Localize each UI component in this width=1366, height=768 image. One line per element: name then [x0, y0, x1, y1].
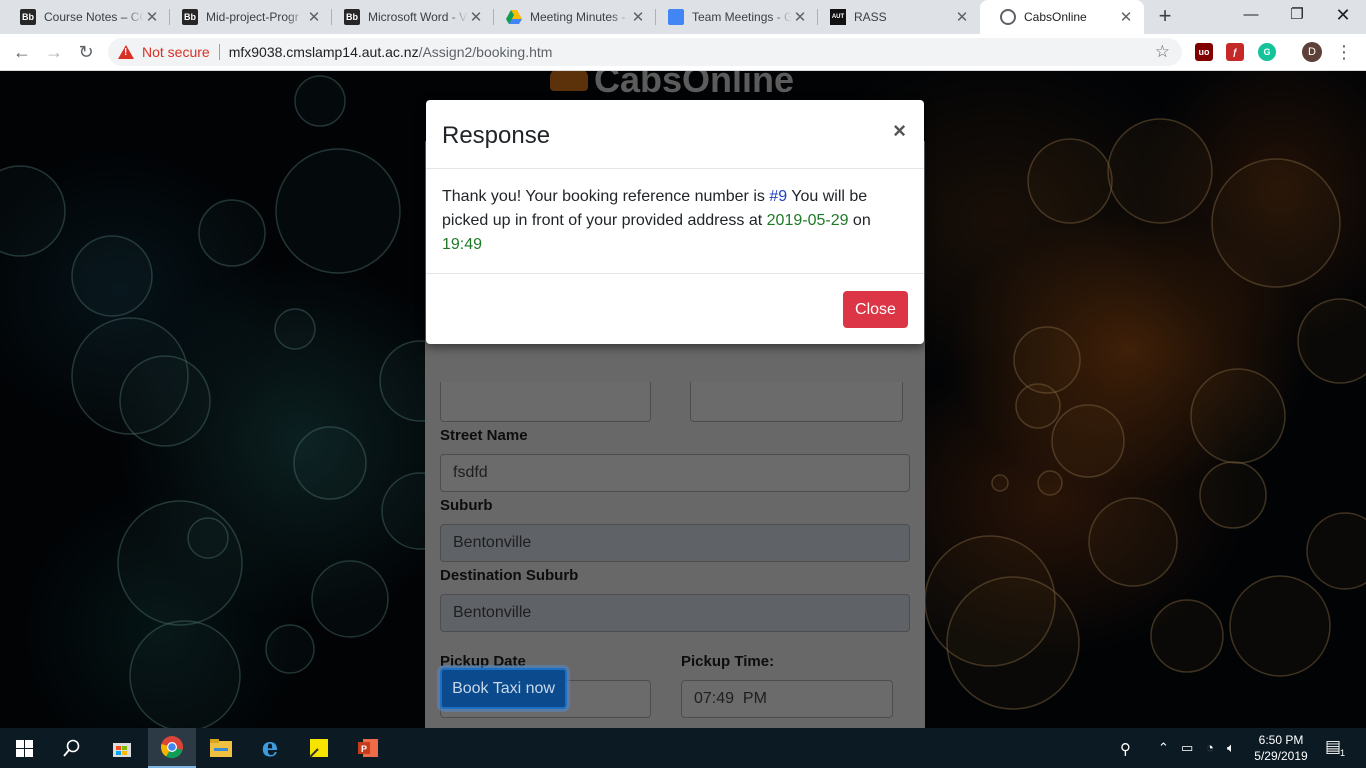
modal-title: Response [442, 122, 551, 149]
clock-time: 6:50 PM [1258, 733, 1304, 747]
tab-close-icon[interactable]: ✕ [630, 8, 646, 26]
tab-microsoft-word[interactable]: Bb Microsoft Word - V ✕ [324, 0, 494, 34]
tab-close-icon[interactable]: ✕ [792, 8, 808, 26]
url-path: /Assign2/booking.htm [418, 44, 553, 60]
tab-title: RASS [854, 10, 887, 24]
flash-extension-icon[interactable]: ƒ [1226, 43, 1244, 61]
chrome-icon[interactable] [148, 728, 196, 768]
warning-icon [118, 45, 134, 59]
system-clock[interactable]: 6:50 PM 5/29/2019 [1246, 732, 1316, 764]
forward-icon[interactable]: → [40, 39, 68, 67]
tab-mid-project[interactable]: Bb Mid-project-Progr ✕ [162, 0, 332, 34]
blackboard-icon: Bb [344, 9, 360, 25]
tab-close-icon[interactable]: ✕ [306, 8, 322, 26]
new-tab-button[interactable]: + [1153, 5, 1177, 29]
response-modal: Response × Thank you! Your booking refer… [426, 100, 924, 344]
grammarly-icon[interactable]: G [1258, 43, 1276, 61]
tab-title: CabsOnline [1024, 10, 1087, 24]
clock-date: 5/29/2019 [1254, 749, 1308, 763]
message-text: Thank you! Your booking reference number… [442, 188, 770, 205]
pickup-time-value: 19:49 [442, 236, 483, 253]
close-window-icon[interactable]: ✕ [1320, 0, 1366, 34]
people-icon[interactable]: ⚲ [1120, 740, 1131, 758]
aut-icon: AUT [830, 9, 846, 25]
booking-reference: #9 [769, 188, 788, 205]
tab-title: Microsoft Word - V [368, 10, 468, 24]
tab-title: Course Notes – CO [44, 10, 144, 24]
tab-strip: Bb Course Notes – CO ✕ Bb Mid-project-Pr… [0, 0, 1366, 34]
file-explorer-icon[interactable] [197, 728, 245, 768]
menu-dots-icon[interactable]: ⋮ [1335, 39, 1353, 65]
tab-close-icon[interactable]: ✕ [144, 8, 160, 26]
tab-close-icon[interactable]: ✕ [468, 8, 484, 26]
bookmark-star-icon[interactable]: ☆ [1155, 42, 1170, 62]
close-icon[interactable]: × [893, 118, 906, 144]
notification-icon[interactable]: ▤ [1325, 737, 1341, 757]
pickup-date-value: 2019-05-29 [766, 212, 849, 229]
wifi-icon[interactable]: ◔ [1206, 740, 1214, 755]
tab-title: Meeting Minutes - [530, 10, 626, 24]
url-host: mfx9038.cmslamp14.aut.ac.nz [228, 44, 419, 60]
tab-course-notes[interactable]: Bb Course Notes – CO ✕ [0, 0, 170, 34]
back-icon[interactable]: ← [8, 39, 36, 67]
browser-toolbar: ← → ↻ Not secure mfx9038.cmslamp14.aut.a… [0, 34, 1366, 71]
profile-avatar[interactable]: D [1302, 42, 1322, 62]
globe-icon [1000, 9, 1016, 25]
modal-header: Response × [426, 100, 924, 169]
modal-footer: Close [426, 273, 924, 344]
modal-body: Thank you! Your booking reference number… [442, 185, 902, 257]
tab-close-icon[interactable]: ✕ [954, 8, 970, 26]
chevron-up-icon[interactable]: ⌃ [1158, 740, 1169, 756]
windows-taskbar: e P ⚲ ⌃ ▭ ◔ 🔈︎ 6:50 PM 5/29/2019 ▤ 1 [0, 728, 1366, 768]
blackboard-icon: Bb [20, 9, 36, 25]
blackboard-icon: Bb [182, 9, 198, 25]
close-button[interactable]: Close [843, 291, 908, 328]
address-bar[interactable]: Not secure mfx9038.cmslamp14.aut.ac.nz/A… [108, 38, 1182, 66]
tab-cabsonline[interactable]: CabsOnline ✕ [980, 0, 1144, 34]
battery-icon[interactable]: ▭ [1181, 740, 1193, 756]
edge-icon[interactable]: e [246, 728, 294, 768]
powerpoint-icon[interactable]: P [344, 728, 392, 768]
notification-count: 1 [1340, 748, 1346, 758]
volume-icon[interactable]: 🔈︎ [1227, 740, 1235, 756]
tab-rass[interactable]: AUT RASS ✕ [810, 0, 980, 34]
omnibox-divider [218, 44, 220, 60]
tab-team-meetings[interactable]: Team Meetings - G ✕ [648, 0, 818, 34]
tab-close-icon[interactable]: ✕ [1118, 8, 1134, 26]
sticky-notes-icon[interactable] [295, 728, 343, 768]
google-drive-icon [506, 10, 522, 24]
reload-icon[interactable]: ↻ [72, 39, 100, 67]
store-icon[interactable] [98, 728, 146, 768]
message-text: on [848, 212, 871, 229]
security-status[interactable]: Not secure [142, 44, 210, 60]
tab-title: Team Meetings - G [692, 10, 792, 24]
book-taxi-button[interactable]: Book Taxi now [440, 668, 567, 709]
search-icon[interactable] [48, 728, 96, 768]
google-docs-icon [668, 9, 684, 25]
restore-icon[interactable]: ❐ [1274, 0, 1320, 34]
windows-start-icon[interactable] [0, 728, 48, 768]
svg-text:P: P [361, 744, 367, 754]
tab-meeting-minutes[interactable]: Meeting Minutes - ✕ [486, 0, 656, 34]
minimize-icon[interactable]: — [1228, 0, 1274, 34]
ublock-icon[interactable]: uo [1195, 43, 1213, 61]
tab-title: Mid-project-Progr [206, 10, 299, 24]
